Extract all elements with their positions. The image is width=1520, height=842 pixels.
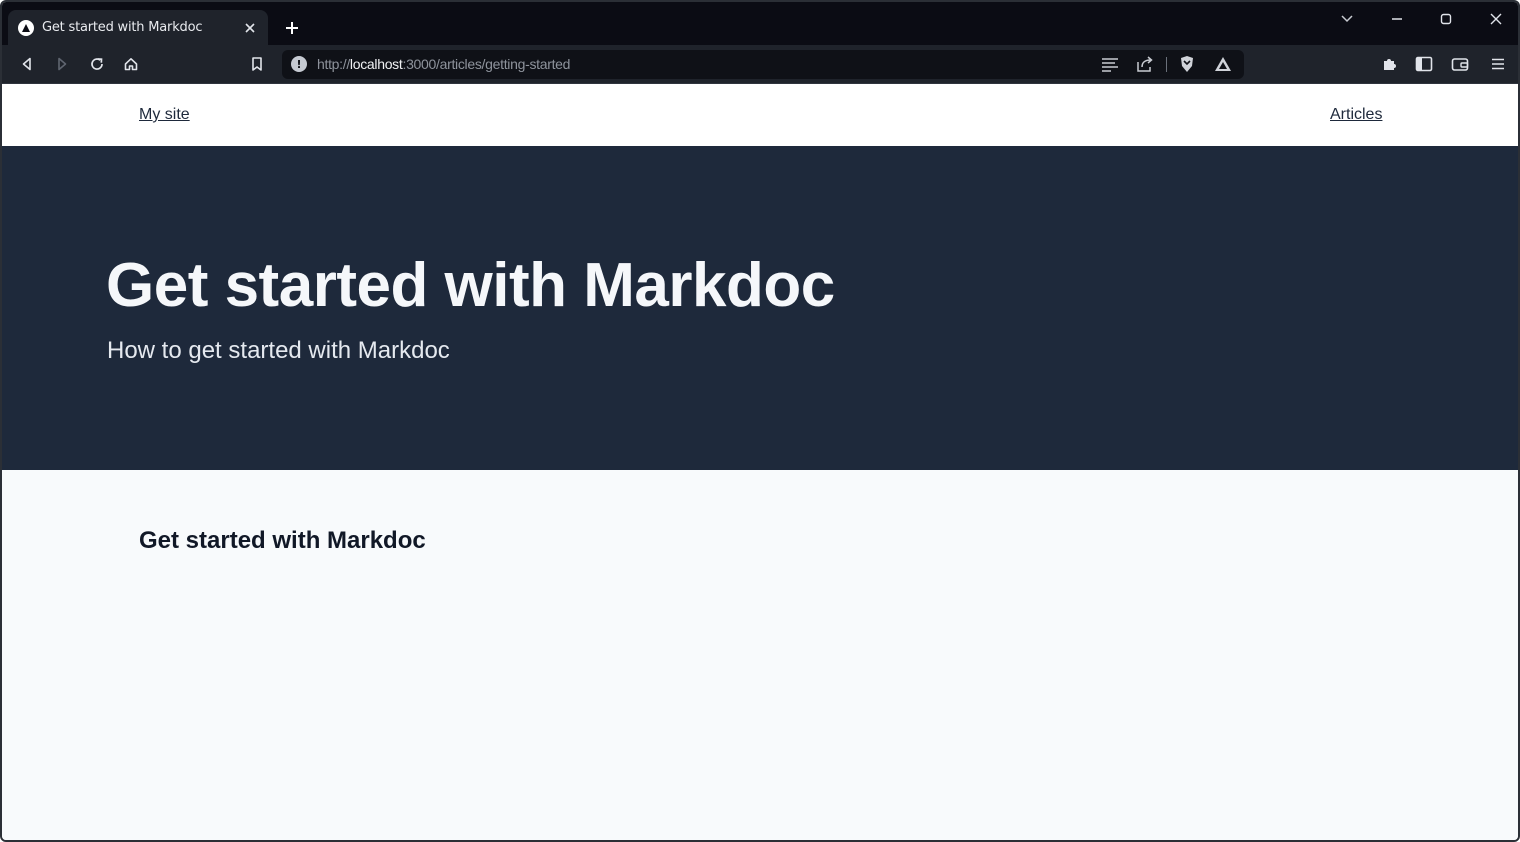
triangle-icon xyxy=(18,19,34,36)
info-icon[interactable]: ! xyxy=(291,56,307,72)
hamburger-menu-icon[interactable] xyxy=(1486,52,1510,76)
hero-subtitle: How to get started with Markdoc xyxy=(107,337,450,364)
puzzle-icon[interactable] xyxy=(1377,52,1401,76)
hero-title: Get started with Markdoc xyxy=(106,251,835,320)
tab-strip: Get started with Markdoc xyxy=(2,2,1518,45)
forward-arrow-icon[interactable] xyxy=(50,52,74,76)
nav-link-my-site[interactable]: My site xyxy=(139,106,190,124)
address-bar[interactable]: ! http://localhost:3000/articles/getting… xyxy=(282,50,1244,79)
maximize-icon[interactable] xyxy=(1434,8,1458,30)
hero-banner: Get started with Markdoc How to get star… xyxy=(2,146,1518,470)
url-text[interactable]: http://localhost:3000/articles/getting-s… xyxy=(317,56,570,72)
home-icon[interactable] xyxy=(119,52,143,76)
site-nav: My site Articles xyxy=(2,84,1518,146)
back-arrow-icon[interactable] xyxy=(15,52,39,76)
nav-link-articles[interactable]: Articles xyxy=(1330,106,1382,124)
sidebar-icon[interactable] xyxy=(1412,52,1436,76)
window-close-icon[interactable] xyxy=(1484,8,1508,30)
active-tab[interactable]: Get started with Markdoc xyxy=(8,10,268,45)
browser-window: Get started with Markdoc ! http://localh… xyxy=(0,0,1520,842)
article-heading: Get started with Markdoc xyxy=(139,527,426,554)
url-host: localhost xyxy=(349,56,403,72)
minimize-icon[interactable] xyxy=(1385,8,1409,30)
tab-search-chevron-icon[interactable] xyxy=(1335,8,1359,30)
browser-toolbar: ! http://localhost:3000/articles/getting… xyxy=(2,45,1518,84)
wallet-icon[interactable] xyxy=(1448,52,1472,76)
url-scheme: http:// xyxy=(317,56,350,72)
reader-mode-icon[interactable] xyxy=(1099,53,1121,75)
close-icon[interactable] xyxy=(242,20,258,36)
share-icon[interactable] xyxy=(1134,53,1156,75)
toolbar-separator xyxy=(1166,57,1167,72)
reload-icon[interactable] xyxy=(85,52,109,76)
brave-shields-icon[interactable] xyxy=(1176,53,1198,75)
tab-title: Get started with Markdoc xyxy=(42,20,203,35)
brave-rewards-icon[interactable] xyxy=(1212,53,1234,75)
bookmark-icon[interactable] xyxy=(245,52,269,76)
url-path: :3000/articles/getting-started xyxy=(402,56,571,72)
page-viewport: My site Articles Get started with Markdo… xyxy=(2,84,1518,840)
plus-icon[interactable] xyxy=(280,16,304,40)
